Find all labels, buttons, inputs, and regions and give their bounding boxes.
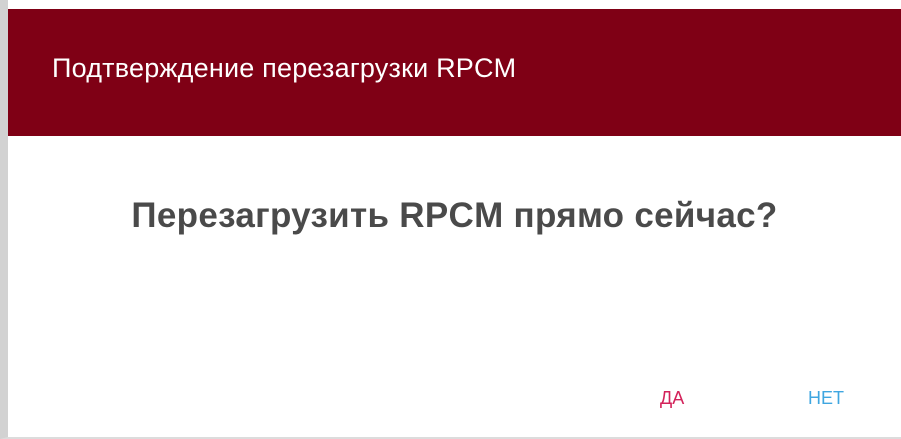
dialog-message: Перезагрузить RPCM прямо сейчас?: [131, 196, 778, 235]
dialog-top-edge: [8, 0, 901, 9]
dialog-title: Подтверждение перезагрузки RPCM: [52, 53, 517, 83]
dialog-titlebar: Подтверждение перезагрузки RPCM: [8, 9, 901, 136]
yes-button[interactable]: ДА: [652, 384, 692, 413]
dialog-actions: ДА НЕТ: [8, 384, 901, 418]
no-button[interactable]: НЕТ: [800, 384, 852, 413]
restart-confirmation-dialog: Подтверждение перезагрузки RPCM Перезагр…: [0, 0, 901, 439]
